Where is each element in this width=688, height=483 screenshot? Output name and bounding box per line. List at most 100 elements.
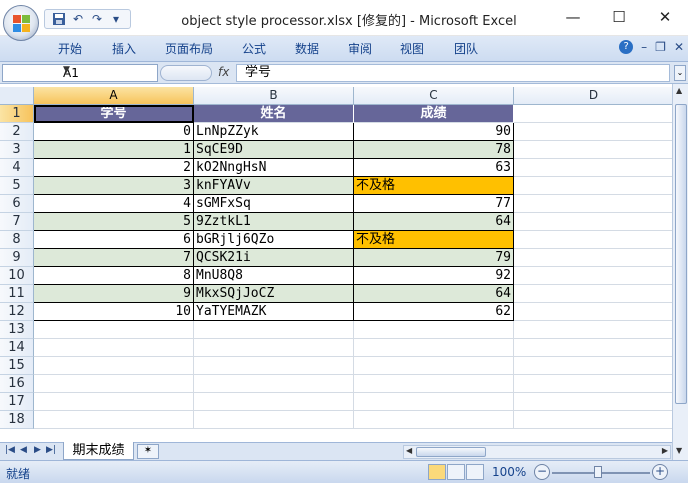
cell-b12[interactable]: YaTYEMAZK <box>194 303 354 321</box>
cell-b5[interactable]: knFYAVv <box>194 177 354 195</box>
cell-c16[interactable] <box>354 375 514 393</box>
page-break-view-button[interactable] <box>466 464 484 480</box>
cell-c14[interactable] <box>354 339 514 357</box>
office-button[interactable] <box>3 5 39 41</box>
cell-b17[interactable] <box>194 393 354 411</box>
cell-a9[interactable]: 7 <box>34 249 194 267</box>
ribbon-close-icon[interactable]: ✕ <box>674 40 684 54</box>
scroll-left-icon[interactable]: ◀ <box>406 446 412 455</box>
cell-c10[interactable]: 92 <box>354 267 514 285</box>
cell-c7[interactable]: 64 <box>354 213 514 231</box>
insert-sheet-icon[interactable]: ✶ <box>137 444 159 459</box>
cell-b16[interactable] <box>194 375 354 393</box>
cell-a3[interactable]: 1 <box>34 141 194 159</box>
name-box[interactable]: A1 ▼ <box>2 64 158 82</box>
cell-a16[interactable] <box>34 375 194 393</box>
column-header-b[interactable]: B <box>194 87 354 105</box>
cell-b7[interactable]: 9ZztkL1 <box>194 213 354 231</box>
row-header-5[interactable]: 5 <box>0 177 34 195</box>
cell-d10[interactable] <box>514 267 672 285</box>
zoom-slider-thumb[interactable] <box>594 466 602 478</box>
cell-b14[interactable] <box>194 339 354 357</box>
row-header-10[interactable]: 10 <box>0 267 34 285</box>
tab-formulas[interactable]: 公式 <box>242 40 266 57</box>
tab-data[interactable]: 数据 <box>295 40 319 57</box>
scroll-right-icon[interactable]: ▶ <box>662 446 668 455</box>
zoom-level[interactable]: 100% <box>492 465 526 479</box>
row-header-7[interactable]: 7 <box>0 213 34 231</box>
cell-c18[interactable] <box>354 411 514 429</box>
cell-a7[interactable]: 5 <box>34 213 194 231</box>
cell-a18[interactable] <box>34 411 194 429</box>
cell-a8[interactable]: 6 <box>34 231 194 249</box>
cell-d11[interactable] <box>514 285 672 303</box>
row-header-16[interactable]: 16 <box>0 375 34 393</box>
cell-b9[interactable]: QCSK21i <box>194 249 354 267</box>
cell-d14[interactable] <box>514 339 672 357</box>
formula-input[interactable]: 学号 <box>236 64 670 82</box>
last-sheet-icon[interactable]: ▶| <box>46 445 56 455</box>
select-all-corner[interactable] <box>0 87 34 105</box>
chevron-down-icon[interactable]: ▼ <box>63 65 154 75</box>
cell-b15[interactable] <box>194 357 354 375</box>
cell-d6[interactable] <box>514 195 672 213</box>
row-header-8[interactable]: 8 <box>0 231 34 249</box>
page-layout-view-button[interactable] <box>447 464 465 480</box>
cell-a11[interactable]: 9 <box>34 285 194 303</box>
row-header-15[interactable]: 15 <box>0 357 34 375</box>
cell-d17[interactable] <box>514 393 672 411</box>
row-header-9[interactable]: 9 <box>0 249 34 267</box>
cell-c4[interactable]: 63 <box>354 159 514 177</box>
cell-c11[interactable]: 64 <box>354 285 514 303</box>
row-header-18[interactable]: 18 <box>0 411 34 429</box>
horizontal-scrollbar[interactable]: ◀ ▶ <box>403 445 671 459</box>
column-header-c[interactable]: C <box>354 87 514 105</box>
scroll-down-icon[interactable]: ▼ <box>676 446 682 455</box>
tab-view[interactable]: 视图 <box>400 40 424 57</box>
row-header-1[interactable]: 1 <box>0 105 34 123</box>
cell-a10[interactable]: 8 <box>34 267 194 285</box>
help-icon[interactable]: ? <box>619 40 634 54</box>
tab-insert[interactable]: 插入 <box>112 40 136 57</box>
column-header-d[interactable]: D <box>514 87 672 105</box>
row-header-14[interactable]: 14 <box>0 339 34 357</box>
row-header-3[interactable]: 3 <box>0 141 34 159</box>
cell-d1[interactable] <box>514 105 672 123</box>
cell-d16[interactable] <box>514 375 672 393</box>
cell-b13[interactable] <box>194 321 354 339</box>
cell-b4[interactable]: kO2NngHsN <box>194 159 354 177</box>
tab-home[interactable]: 开始 <box>58 40 82 57</box>
cell-d4[interactable] <box>514 159 672 177</box>
cell-d15[interactable] <box>514 357 672 375</box>
row-header-17[interactable]: 17 <box>0 393 34 411</box>
cell-b3[interactable]: SqCE9D <box>194 141 354 159</box>
tab-page-layout[interactable]: 页面布局 <box>165 40 213 57</box>
prev-sheet-icon[interactable]: ◀ <box>20 445 27 455</box>
cell-b8[interactable]: bGRjlj6QZo <box>194 231 354 249</box>
close-button[interactable]: ✕ <box>642 0 688 34</box>
cell-c2[interactable]: 90 <box>354 123 514 141</box>
cell-d12[interactable] <box>514 303 672 321</box>
ribbon-minimize-icon[interactable]: – <box>641 40 647 54</box>
first-sheet-icon[interactable]: |◀ <box>5 445 15 455</box>
next-sheet-icon[interactable]: ▶ <box>34 445 41 455</box>
normal-view-button[interactable] <box>428 464 446 480</box>
row-header-11[interactable]: 11 <box>0 285 34 303</box>
cell-a15[interactable] <box>34 357 194 375</box>
cell-d13[interactable] <box>514 321 672 339</box>
cell-d9[interactable] <box>514 249 672 267</box>
cell-a13[interactable] <box>34 321 194 339</box>
cell-a14[interactable] <box>34 339 194 357</box>
cell-c13[interactable] <box>354 321 514 339</box>
cell-c12[interactable]: 62 <box>354 303 514 321</box>
cell-b6[interactable]: sGMFxSq <box>194 195 354 213</box>
maximize-button[interactable]: ☐ <box>596 0 642 34</box>
row-header-13[interactable]: 13 <box>0 321 34 339</box>
expand-formula-bar-icon[interactable]: ⌄ <box>674 65 686 81</box>
row-header-6[interactable]: 6 <box>0 195 34 213</box>
cell-b18[interactable] <box>194 411 354 429</box>
zoom-out-icon[interactable]: − <box>534 464 550 480</box>
horizontal-scroll-thumb[interactable] <box>416 447 486 457</box>
cell-d8[interactable] <box>514 231 672 249</box>
insert-function-icon[interactable]: fx <box>218 65 229 79</box>
